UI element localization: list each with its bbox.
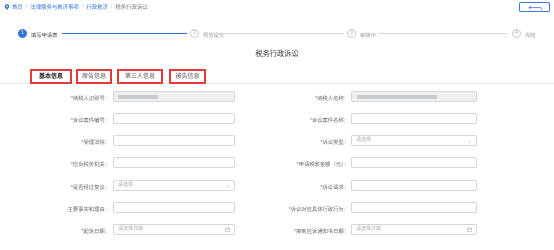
lawsuit-type-placeholder: 请选择 [356, 137, 372, 143]
breadcrumb-legal-services-link[interactable]: 法律服务与救济事项 [30, 3, 79, 11]
reconsideration-label: *是否经过复议： [70, 185, 110, 191]
step-2-indicator: 2 [190, 29, 199, 38]
notice-date-placeholder: 请选择日期 [356, 226, 382, 232]
calendar-icon [225, 227, 230, 232]
case-name-label: *诉讼案件名称： [309, 118, 349, 124]
chevron-down-icon: ⌄ [225, 183, 230, 189]
step-3-label: 审核中 [360, 32, 376, 39]
location-pin-icon [4, 4, 10, 10]
step-4-label: 完结 [525, 32, 536, 39]
case-number-label: *诉讼案件编号： [70, 118, 110, 124]
top-bar: 首页 / 法律服务与救济事项 / 行政救济 / 税务行政诉讼 [0, 0, 554, 14]
facts-label: 主要事实和理由： [67, 207, 110, 213]
taxpayer-name-field[interactable] [351, 91, 477, 102]
back-button[interactable] [519, 2, 550, 12]
court-field[interactable] [113, 135, 235, 146]
tax-office-field[interactable] [113, 157, 235, 168]
taxpayer-name-label: *纳税人名称： [315, 96, 349, 102]
breadcrumb-current: 税务行政诉讼 [115, 5, 148, 11]
step-connector [378, 33, 508, 34]
breadcrumb-admin-relief-link[interactable]: 行政救济 [86, 3, 108, 11]
specific-act-field[interactable] [351, 202, 477, 213]
step-3-indicator: 3 [347, 29, 356, 38]
filing-date-placeholder: 请选择日期 [118, 226, 144, 232]
masked-value [118, 95, 158, 99]
lawsuit-type-label: *诉讼类型： [320, 140, 349, 146]
taxpayer-id-field[interactable] [113, 91, 235, 102]
breadcrumb: 首页 / 法律服务与救济事项 / 行政救济 / 税务行政诉讼 [4, 3, 148, 11]
tab-basic-info[interactable]: 基本信息 [30, 69, 72, 84]
notice-date-label: *接到应诉通知书日期： [293, 229, 349, 235]
step-progress: 1 填写申请表 2 预览提交 3 审核中 4 完结 [0, 26, 554, 40]
claims-field[interactable] [351, 180, 477, 191]
step-2-label: 预览提交 [203, 32, 225, 39]
tab-third-party-info[interactable]: 第三人信息 [117, 69, 163, 84]
step-4-indicator: 4 [512, 29, 521, 38]
reconsideration-select[interactable]: 请选择 ⌄ [113, 180, 235, 191]
amount-label: *申请税收金额（元）： [296, 162, 349, 168]
breadcrumb-home-link[interactable]: 首页 [12, 3, 23, 11]
step-connector [62, 33, 187, 34]
breadcrumb-separator: / [25, 4, 28, 10]
filing-date-picker[interactable]: 请选择日期 [113, 224, 235, 235]
breadcrumb-separator: / [110, 4, 113, 10]
form-tabs: 基本信息 原告信息 第三人信息 被告信息 [0, 68, 554, 84]
chevron-down-icon: ⌄ [467, 138, 472, 144]
facts-field[interactable] [113, 202, 235, 213]
masked-value [357, 95, 437, 99]
lawsuit-type-select[interactable]: 请选择 ⌄ [351, 135, 477, 146]
form-title: 税务行政诉讼 [255, 49, 299, 58]
amount-field[interactable] [351, 157, 477, 168]
calendar-icon [467, 227, 472, 232]
case-name-field[interactable] [351, 113, 477, 124]
breadcrumb-separator: / [81, 4, 84, 10]
step-connector [224, 33, 344, 34]
step-1-indicator: 1 [18, 29, 27, 38]
claims-label: *诉讼请求： [320, 185, 349, 191]
court-label: *受理法院： [81, 140, 110, 146]
step-1-label: 填写申请表 [31, 32, 58, 39]
tab-plaintiff-info[interactable]: 原告信息 [76, 69, 112, 84]
case-number-field[interactable] [113, 113, 235, 124]
tax-office-label: *应诉税务机关： [70, 162, 110, 168]
back-arrow-icon [528, 5, 543, 10]
tab-defendant-info[interactable]: 被告信息 [169, 69, 206, 84]
specific-act-label: *诉讼对应具体行政行为： [288, 207, 349, 213]
reconsideration-placeholder: 请选择 [118, 182, 134, 188]
taxpayer-id-label: *纳税人识别号： [70, 96, 110, 102]
filing-date-label: *起诉日期： [81, 229, 110, 235]
notice-date-picker[interactable]: 请选择日期 [351, 224, 477, 235]
